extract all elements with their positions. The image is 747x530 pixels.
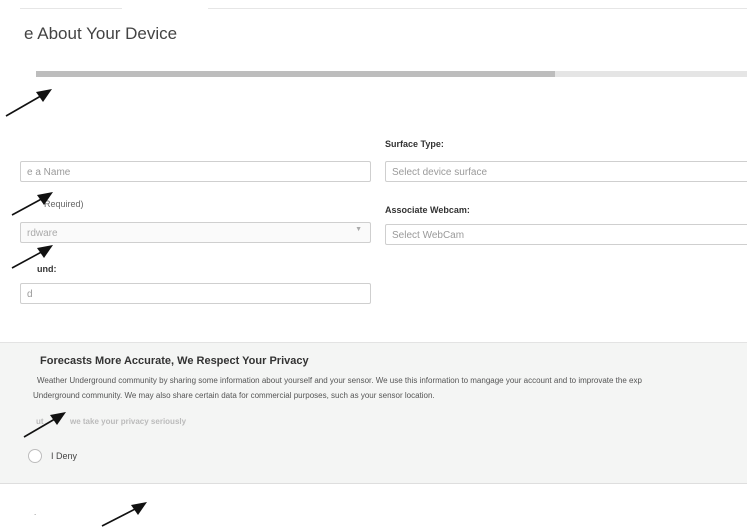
arrow-pointer-icon (11, 245, 53, 269)
arrow-overlay (5, 89, 147, 527)
arrow-pointer-icon (5, 89, 52, 117)
arrow-pointer-icon (101, 502, 147, 527)
arrow-pointer-icon (11, 192, 53, 216)
arrow-pointer-icon (23, 412, 66, 438)
